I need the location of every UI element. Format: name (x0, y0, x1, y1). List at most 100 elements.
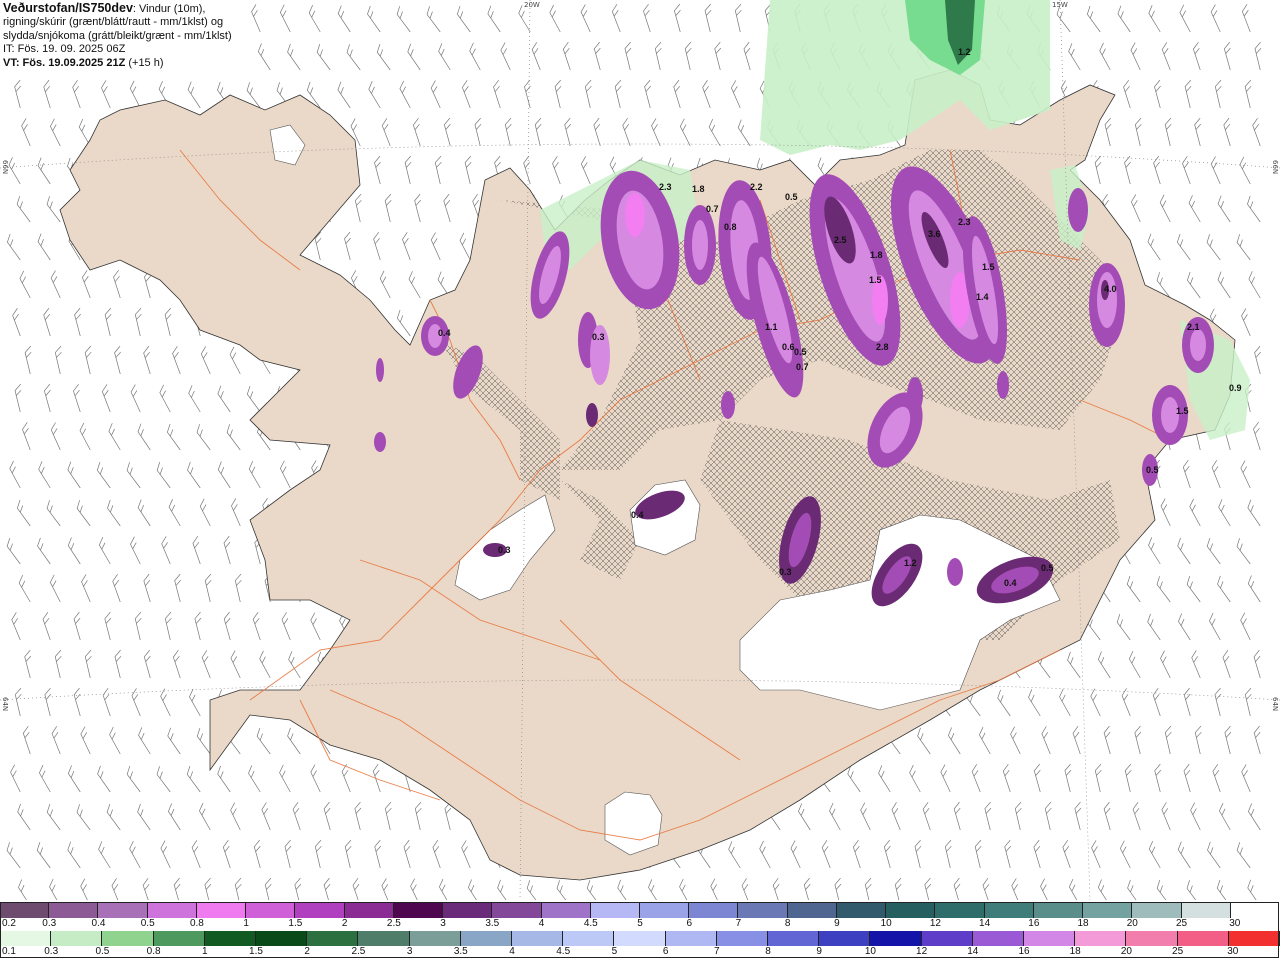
precip-value-label: 0.5 (794, 347, 807, 357)
weather-map: 1.2 0.7 0.5 0.8 2.3 1.8 1.5 1.1 2.2 2.5 3.6 2.3 1.8 1… (0, 0, 1280, 900)
legend-label: 16 (1018, 946, 1030, 957)
legend-label: 2 (304, 946, 310, 957)
legend-swatch (640, 903, 690, 918)
legend-label: 3.5 (485, 918, 500, 929)
legend-swatch (1126, 931, 1178, 946)
legend-label: 2 (341, 918, 348, 929)
precip-value-label: 0.6 (782, 342, 795, 352)
legend-swatch (836, 903, 887, 918)
legend-swatch (886, 903, 936, 918)
map-description-2: rigning/skúrir (grænt/blátt/rautt - mm/1… (3, 16, 224, 29)
precip-value-label: 0.4 (438, 328, 451, 338)
legend-swatch (358, 931, 410, 946)
legend-label: 18 (1069, 946, 1081, 957)
precip-value-label: 0.5 (785, 192, 798, 202)
legend-swatch (716, 931, 768, 946)
legend-swatch (590, 903, 640, 918)
legend-swatch (98, 903, 148, 918)
lat-label-right-upper: 66N (1271, 160, 1279, 175)
forecast-lead: (+15 h) (125, 56, 164, 69)
legend-swatch (768, 931, 820, 946)
precip-value-label: 1.2 (958, 47, 971, 57)
snow-scale-labels: 0.2 0.3 0.4 0.5 0.8 1 1.5 2 2.5 3 3.5 4 4.5 5 6 7 8 9 10 12… (0, 918, 1280, 932)
legend-label: 0.8 (189, 918, 204, 929)
map-title-box: Veðurstofan/IS750dev: Vindur (10m), rign… (0, 0, 240, 78)
precip-value-label: 0.7 (706, 204, 719, 214)
precip-value-label: 0.3 (779, 567, 792, 577)
lat-label-left-upper: 66N (1, 160, 9, 175)
legend-label: 0.5 (95, 946, 110, 957)
legend-label: 1.5 (288, 918, 303, 929)
legend-label: 1.5 (249, 946, 263, 957)
precip-value-label: 0.4 (631, 510, 644, 520)
legend-swatch (246, 903, 296, 918)
snow-color-scale (0, 903, 1280, 918)
precip-value-label: 1.8 (870, 250, 883, 260)
precip-value-label: 1.5 (869, 275, 882, 285)
precip-value-label: 0.8 (724, 222, 737, 232)
legend-label: 2.5 (386, 918, 401, 929)
legend-swatch (738, 903, 788, 918)
precip-value-label: 4.0 (1104, 284, 1117, 294)
precip-value-label: 0.3 (592, 332, 605, 342)
legend-label: 4 (538, 918, 545, 929)
legend-label: 5 (637, 918, 643, 929)
legend-label: 2.5 (351, 946, 366, 957)
legend-label: 12 (916, 946, 928, 957)
legend-swatch (307, 931, 359, 946)
legend-label: 14 (979, 918, 991, 929)
legend-label: 3 (440, 918, 446, 929)
precip-value-label: 2.1 (1187, 322, 1200, 332)
legend-label: 1 (243, 918, 249, 929)
legend-swatch (614, 931, 666, 946)
legend-label: 4 (509, 946, 515, 957)
legend-label: 20 (1120, 946, 1132, 957)
legend-swatch (1132, 903, 1182, 918)
lon-label-top-right: 15W (1052, 1, 1068, 9)
precip-value-label: 2.8 (876, 342, 889, 352)
legend-label: 0.3 (42, 918, 57, 929)
rain-scale-labels: 0.1 0.3 0.5 0.8 1 1.5 2 2.5 3 3.5 4 4.5 5 6 7 8 9 10 12 14 1… (0, 946, 1280, 960)
lat-label-left-lower: 64N (1, 697, 9, 712)
legend-label: 4.5 (583, 918, 598, 929)
legend-label: 9 (816, 946, 822, 957)
legend-label: 1 (202, 946, 208, 957)
legend-swatch (972, 931, 1024, 946)
precip-value-label: 1.5 (982, 262, 995, 272)
rain-color-scale (0, 931, 1280, 946)
legend-swatch (256, 931, 308, 946)
legend-swatch (541, 903, 591, 918)
precip-value-label: 2.3 (958, 217, 971, 227)
legend-label: 0.4 (91, 918, 106, 929)
legend-label: 30 (1227, 946, 1239, 957)
legend-label: 25 (1172, 946, 1184, 957)
legend-swatch (409, 931, 461, 946)
legend-label: 0.8 (146, 946, 161, 957)
legend-swatch (460, 931, 512, 946)
legend-swatch (563, 931, 615, 946)
legend-label: 7 (714, 946, 720, 957)
legend-swatch (870, 931, 922, 946)
legend-label: 25 (1175, 918, 1188, 929)
precip-value-label: 1.2 (904, 558, 917, 568)
legend-swatch (1181, 903, 1231, 918)
legend-label: 12 (929, 918, 941, 929)
legend-label: 0.1 (2, 946, 16, 957)
legend-swatch (344, 903, 394, 918)
legend-label: 9 (834, 918, 840, 929)
legend-swatch (443, 903, 493, 918)
precip-value-label: 0.7 (796, 362, 809, 372)
precip-value-label: 0.9 (1229, 383, 1242, 393)
legend-label: 4.5 (556, 946, 571, 957)
map-description-3: slydda/snjókoma (grátt/bleikt/grænt - mm… (3, 29, 232, 42)
precip-value-label: 0.3 (498, 545, 511, 555)
legend-label: 0.2 (2, 918, 16, 929)
legend-label: 6 (662, 946, 669, 957)
legend-swatch (1083, 903, 1133, 918)
legend-swatch (295, 903, 345, 918)
legend-label: 0.5 (140, 918, 155, 929)
valid-time: VT: Fös. 19.09.2025 21Z (3, 56, 126, 69)
legend-label: 18 (1077, 918, 1089, 929)
legend-swatch (49, 903, 99, 918)
legend-swatch (819, 931, 871, 946)
